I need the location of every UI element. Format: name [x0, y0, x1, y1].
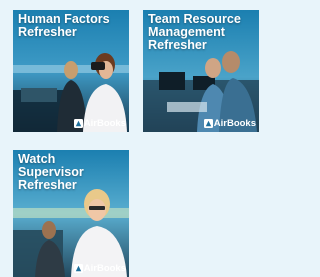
brand-badge: AirBooks [73, 263, 126, 274]
brand-name: AirBooks [83, 118, 126, 129]
card-title: Team Resource Management Refresher [148, 12, 241, 53]
card-title: Watch Supervisor Refresher [18, 152, 84, 193]
brand-badge: AirBooks [73, 118, 126, 129]
brand-badge: AirBooks [203, 118, 256, 129]
airbooks-logo-icon [203, 119, 213, 128]
airbooks-logo-icon [73, 119, 83, 128]
brand-name: AirBooks [83, 263, 126, 274]
course-card-watch-supervisor[interactable]: Watch Supervisor Refresher AirBooks [13, 150, 129, 277]
course-card-team-resource-management[interactable]: Team Resource Management Refresher AirBo… [143, 10, 259, 132]
course-card-human-factors[interactable]: Human Factors Refresher AirBooks [13, 10, 129, 132]
airbooks-logo-icon [73, 264, 83, 273]
card-title: Human Factors Refresher [18, 12, 110, 40]
brand-name: AirBooks [213, 118, 256, 129]
